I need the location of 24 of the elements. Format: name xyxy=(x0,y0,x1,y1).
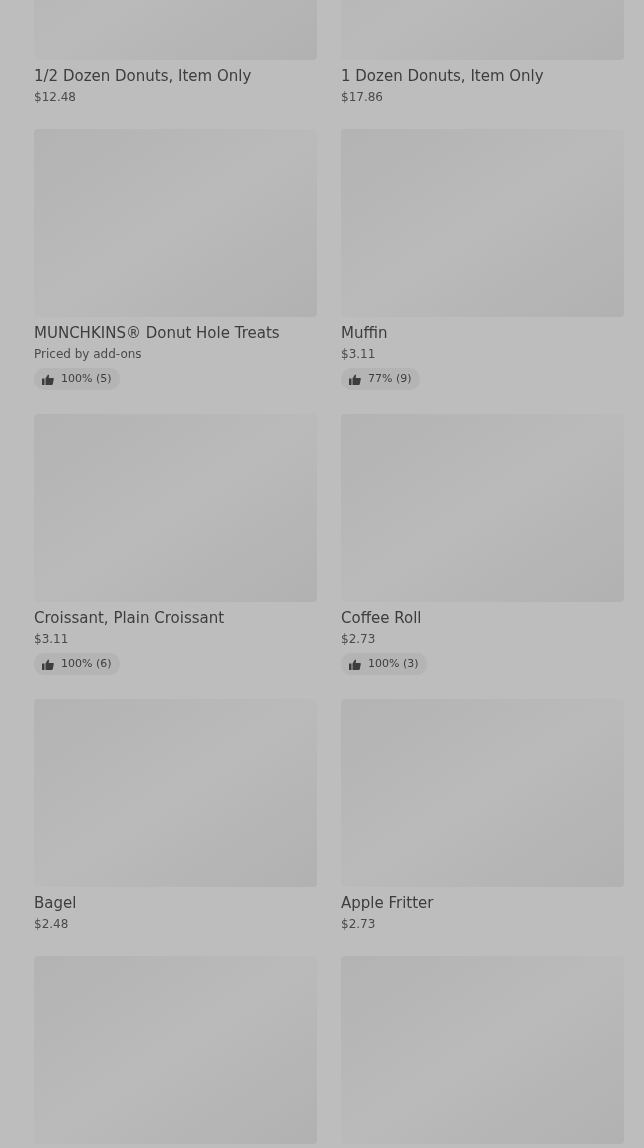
item-name: 1/2 Dozen Donuts, Item Only xyxy=(34,66,253,86)
item-name: Croissant, Plain Croissant xyxy=(34,608,226,628)
item-name: Bagel xyxy=(34,893,78,913)
item-price: Priced by add-ons xyxy=(34,346,143,362)
thumbs-up-icon xyxy=(42,373,54,385)
thumbs-up-icon xyxy=(42,658,54,670)
thumbs-up-icon xyxy=(349,658,361,670)
thumbs-up-icon xyxy=(349,373,361,385)
item-price: $2.73 xyxy=(341,631,377,647)
item-price: $2.73 xyxy=(341,916,377,932)
item-name: Coffee Roll xyxy=(341,608,423,628)
item-name: MUNCHKINS® Donut Hole Treats xyxy=(34,323,281,343)
item-name: Apple Fritter xyxy=(341,893,435,913)
rating-text: 100% (5) xyxy=(61,370,112,387)
item-price: $2.48 xyxy=(34,916,70,932)
item-price: $3.11 xyxy=(34,631,70,647)
rating-text: 100% (3) xyxy=(368,655,419,672)
rating-text: 100% (6) xyxy=(61,655,112,672)
item-price: $17.86 xyxy=(341,89,384,105)
item-price: $12.48 xyxy=(34,89,77,105)
rating-text: 77% (9) xyxy=(368,370,412,387)
item-name: 1 Dozen Donuts, Item Only xyxy=(341,66,545,86)
item-price: $3.11 xyxy=(341,346,377,362)
item-name: Muffin xyxy=(341,323,389,343)
